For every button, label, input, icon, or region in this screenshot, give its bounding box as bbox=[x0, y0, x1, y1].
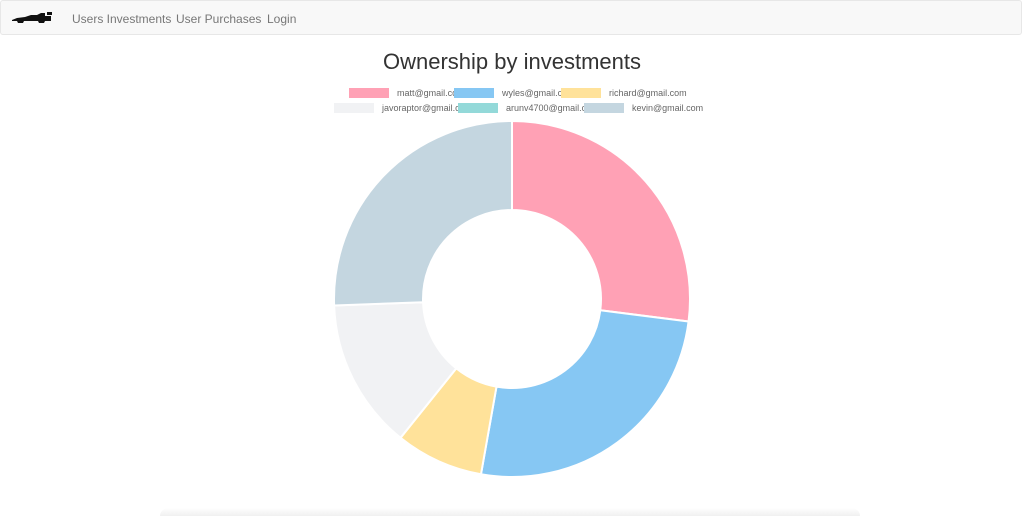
chart-slice-matt[interactable] bbox=[511, 119, 691, 323]
chart-slice-wyles[interactable] bbox=[479, 309, 690, 478]
ownership-doughnut-chart bbox=[333, 119, 691, 478]
chart-slice-kevin[interactable] bbox=[333, 119, 513, 307]
panel-edge-shadow bbox=[160, 508, 860, 516]
